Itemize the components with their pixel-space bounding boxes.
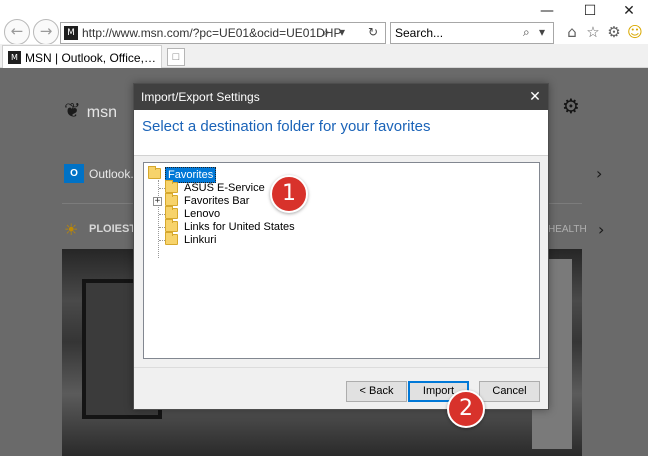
chevron-down-icon[interactable]: ▾: [339, 25, 345, 39]
tree-line: [158, 180, 159, 258]
address-url[interactable]: http://www.msn.com/?pc=UE01&ocid=UE01DHP: [82, 26, 341, 40]
page-settings-gear-icon[interactable]: ⚙: [562, 94, 580, 118]
tab-strip: M MSN | Outlook, Office, Skype, Bing... …: [0, 44, 648, 68]
msn-icon: M: [64, 26, 78, 40]
outlook-icon: O: [64, 164, 84, 183]
msn-logo[interactable]: ❦ msn: [64, 98, 117, 123]
forward-button[interactable]: →: [33, 19, 59, 45]
search-box[interactable]: ⌕ ▾: [390, 22, 554, 44]
msn-icon: M: [8, 51, 21, 64]
logo-text: msn: [86, 104, 117, 121]
tree-node-label: Links for United States: [184, 221, 295, 233]
new-tab-icon: □: [172, 51, 180, 63]
search-input[interactable]: [395, 25, 515, 41]
tab-title: MSN | Outlook, Office, Skype, Bing...: [25, 51, 159, 65]
folder-icon: [165, 180, 178, 193]
dialog-divider: [134, 367, 548, 368]
search-icon[interactable]: ⌕: [323, 25, 330, 40]
sun-icon: ☀: [64, 220, 79, 239]
chevron-right-icon[interactable]: ›: [598, 220, 604, 239]
browser-titlebar: — ☐ ✕ ← → M http://www.msn.com/?pc=UE01&…: [0, 0, 648, 45]
folder-icon: [165, 232, 178, 245]
new-tab-button[interactable]: □: [167, 48, 185, 66]
tree-node-label: Linkuri: [184, 234, 217, 246]
search-icon[interactable]: ⌕: [523, 25, 530, 40]
close-button[interactable]: ✕: [619, 2, 639, 20]
city-label: PLOIESTI: [89, 223, 140, 235]
health-label[interactable]: HEALTH: [548, 224, 587, 235]
folder-icon: [165, 219, 178, 232]
folder-icon: [148, 166, 161, 179]
tab-msn[interactable]: M MSN | Outlook, Office, Skype, Bing...: [2, 45, 162, 68]
folder-icon: [165, 206, 178, 219]
callout-badge-2: 2: [447, 390, 485, 428]
back-button[interactable]: ←: [4, 19, 30, 45]
dialog-heading: Select a destination folder for your fav…: [142, 118, 431, 135]
callout-badge-1: 1: [270, 175, 308, 213]
folder-tree[interactable]: Favorites ASUS E-Service + Favorites Bar…: [143, 162, 540, 359]
cancel-button[interactable]: Cancel: [479, 381, 540, 402]
address-bar[interactable]: M http://www.msn.com/?pc=UE01&ocid=UE01D…: [60, 22, 386, 44]
chevron-right-icon[interactable]: ›: [596, 164, 602, 183]
tree-node-label: ASUS E-Service: [184, 182, 265, 194]
tree-node-label: Lenovo: [184, 208, 221, 220]
maximize-button[interactable]: ☐: [580, 2, 600, 20]
minimize-button[interactable]: —: [537, 2, 557, 20]
butterfly-icon: ❦: [64, 100, 81, 122]
dialog-titlebar[interactable]: Import/Export Settings ✕: [134, 84, 548, 110]
folder-icon: [165, 193, 178, 206]
close-icon[interactable]: ✕: [524, 86, 546, 108]
dialog-title: Import/Export Settings: [141, 90, 260, 104]
arrow-right-icon: →: [39, 22, 53, 40]
arrow-left-icon: ←: [10, 22, 24, 40]
refresh-icon[interactable]: ↻: [368, 25, 378, 39]
expand-icon[interactable]: +: [153, 197, 162, 206]
import-export-dialog: Import/Export Settings ✕ Select a destin…: [133, 83, 549, 410]
favorites-star-icon[interactable]: ☆: [584, 23, 602, 41]
feedback-smiley-icon[interactable]: ☺: [626, 23, 644, 41]
back-button[interactable]: < Back: [346, 381, 407, 402]
dialog-header: Select a destination folder for your fav…: [134, 110, 548, 156]
settings-gear-icon[interactable]: ⚙: [605, 23, 623, 41]
chevron-down-icon[interactable]: ▾: [539, 25, 545, 39]
tree-node-label: Favorites Bar: [184, 195, 250, 207]
home-icon[interactable]: ⌂: [563, 23, 581, 41]
